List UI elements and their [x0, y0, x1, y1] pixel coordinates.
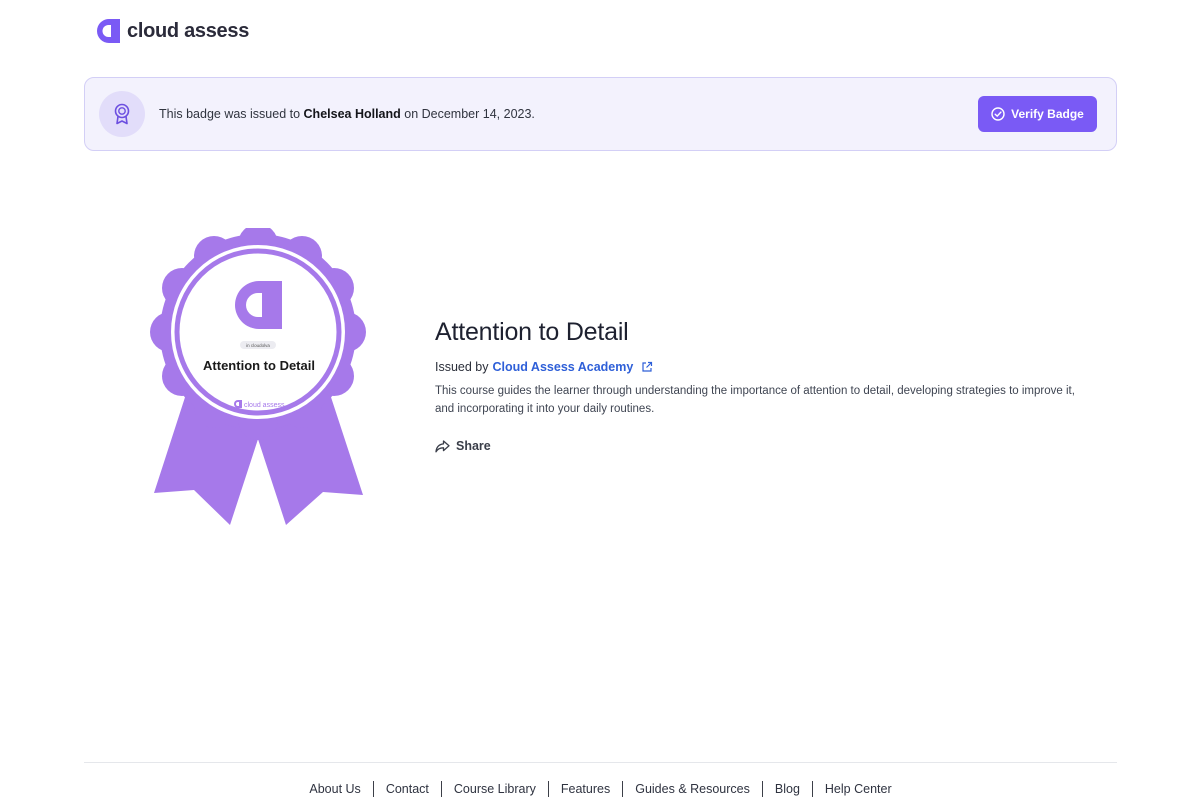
badge-logo-icon: [235, 281, 282, 329]
footer-link-help-center[interactable]: Help Center: [813, 782, 904, 796]
share-label: Share: [456, 439, 491, 453]
issued-statement: This badge was issued to Chelsea Holland…: [159, 107, 535, 121]
footer-link-about-us[interactable]: About Us: [297, 782, 372, 796]
share-button[interactable]: Share: [435, 439, 491, 453]
cloud-assess-logo-icon[interactable]: [94, 17, 122, 45]
external-link-icon[interactable]: [641, 361, 653, 373]
badge-top-label: in cloudolva: [246, 343, 270, 348]
course-description: This course guides the learner through u…: [435, 385, 1075, 415]
badge-image: in cloudolva Attention to Detail cloud a…: [150, 228, 366, 525]
verify-badge-label: Verify Badge: [1011, 107, 1084, 121]
course-info: Attention to Detail Issued by Cloud Asse…: [435, 318, 1095, 458]
footer-links: About Us Contact Course Library Features…: [84, 781, 1117, 797]
course-title: Attention to Detail: [435, 318, 629, 346]
footer: About Us Contact Course Library Features…: [84, 762, 1117, 797]
issued-by-label: Issued by: [435, 360, 489, 374]
issued-prefix: This badge was issued to: [159, 107, 304, 121]
issued-banner: This badge was issued to Chelsea Holland…: [84, 77, 1117, 151]
badge-title: Attention to Detail: [203, 358, 315, 373]
footer-link-course-library[interactable]: Course Library: [442, 782, 548, 796]
badge-brand-mark: cloud assess: [244, 402, 285, 409]
footer-link-features[interactable]: Features: [549, 782, 622, 796]
badge-brand-icon: [234, 400, 242, 408]
footer-link-contact[interactable]: Contact: [374, 782, 441, 796]
check-circle-icon: [991, 107, 1005, 121]
verify-badge-button[interactable]: Verify Badge: [978, 96, 1097, 132]
award-icon-wrapper: [99, 91, 145, 137]
recipient-name: Chelsea Holland: [303, 107, 401, 121]
award-icon: [114, 103, 130, 125]
footer-link-guides-resources[interactable]: Guides & Resources: [623, 782, 762, 796]
brand-name: cloud assess: [127, 19, 250, 42]
footer-link-blog[interactable]: Blog: [763, 782, 812, 796]
share-icon: [435, 439, 450, 452]
issued-by-row: Issued by Cloud Assess Academy: [435, 360, 1095, 374]
issuer-link[interactable]: Cloud Assess Academy: [493, 360, 634, 374]
issued-date-text: on December 14, 2023.: [400, 107, 535, 121]
header: cloud assess: [94, 16, 249, 46]
